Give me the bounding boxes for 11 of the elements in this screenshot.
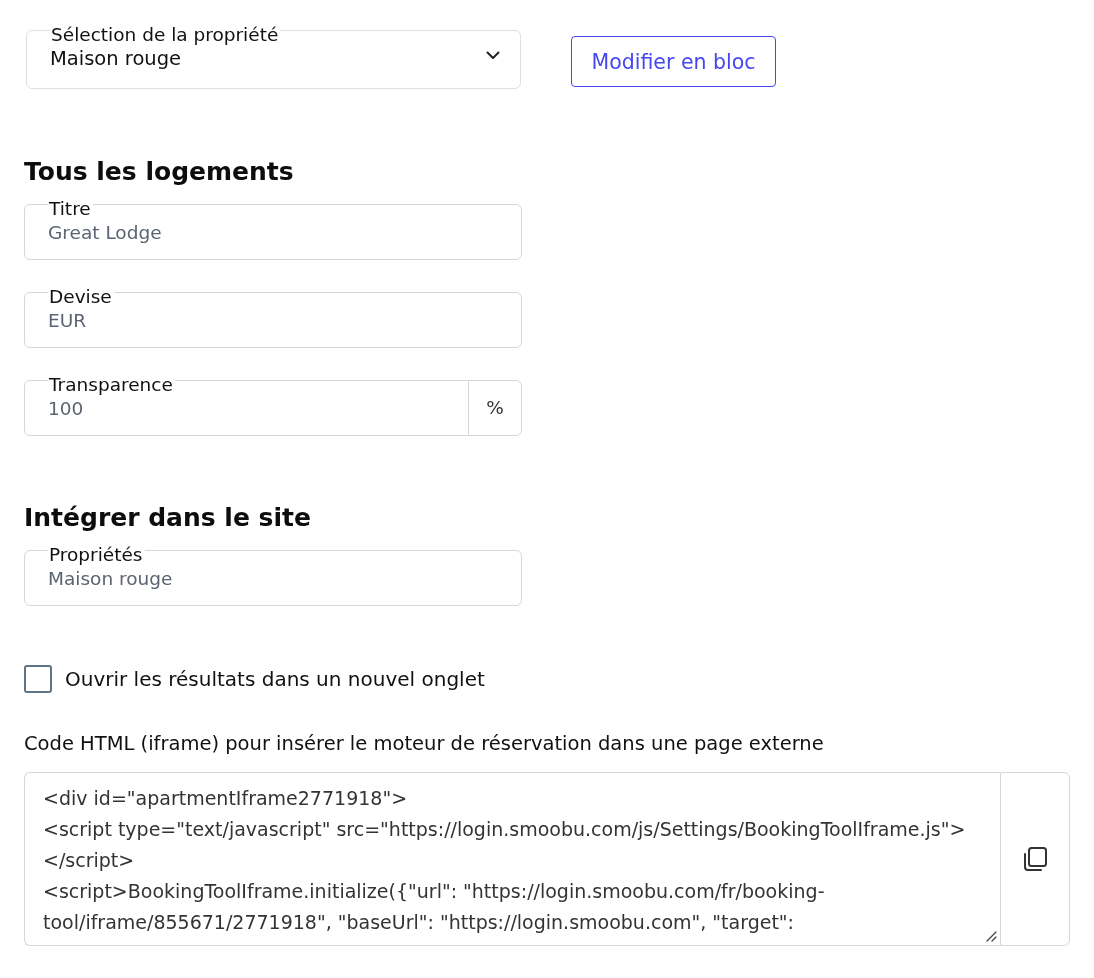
section-heading: Intégrer dans le site [24,502,311,533]
section-heading: Tous les logements [24,156,294,187]
resize-handle-icon[interactable] [985,930,997,942]
checkbox[interactable] [24,665,52,693]
chevron-down-icon [486,51,500,60]
field-label: Code HTML (iframe) pour insérer le moteur de réservation dans une page externe [24,732,824,756]
copy-icon [1021,845,1049,873]
bulk-edit-button[interactable]: Modifier en bloc [571,36,776,87]
unit-suffix: % [468,380,521,435]
embed-code-field[interactable]: <div id="apartmentIframe2771918"> <script type="text/javascript" src="https://login.smoobu.com/js/Settings/BookingToolIframe.js"> </script> <script>BookingToolIframe.initialize({"url": "https://login.smoobu.com/fr/booking- tool/iframe/855671/2771918", "baseUrl": "https://login.smoobu.com", "target": [24,772,1000,946]
checkbox-label: Ouvrir les résultats dans un nouvel onglet [65,667,485,691]
